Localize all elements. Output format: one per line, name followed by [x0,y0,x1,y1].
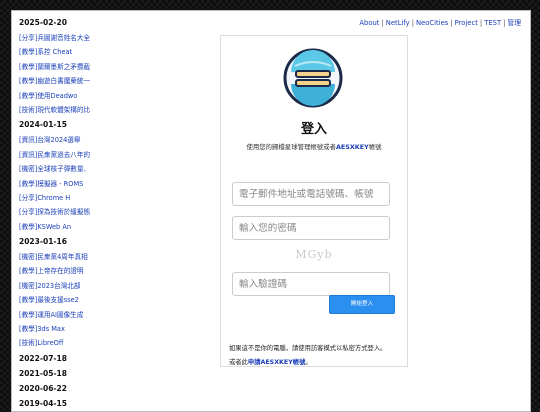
login-card: 登入 使用您的歸檔星球管理帳號或者AESXKEY帳號 電子郵件地址或電話號碼、帳… [220,35,408,367]
nav-separator: | [450,19,453,27]
sidebar-article-link[interactable]: [教學]模擬器 - ROMS [19,177,111,191]
sidebar-date: 2023-01-16 [19,237,67,247]
email-field[interactable]: 電子郵件地址或電話號碼、帳號 [232,182,390,206]
nav-link[interactable]: NetLify [386,19,410,27]
nav-link[interactable]: NeoCities [416,19,448,27]
sidebar-article-link[interactable]: [教學]最後支援sse2 [19,293,111,307]
sidebar-article-link[interactable]: [教學]上帝存在的證明 [19,264,111,278]
page: 2025-02-20 [分享]兵圖謝音姓名大全 [教學]系控 Cheat [教學]蘭爾… [11,10,531,412]
nav-link[interactable]: 管理 [507,19,521,27]
top-nav: About | NetLify | NeoCities | Project | TEST | 管理 [359,17,521,27]
register-link[interactable]: 申請AESXKEY帳號 [248,359,306,366]
nav-link[interactable]: Project [455,19,478,27]
sidebar-date: 2021-05-18 [19,368,67,378]
nav-separator: | [479,19,483,27]
sidebar-article-link[interactable]: [技術]LibreOff [19,336,111,350]
register-note: 或者此申請AESXKEY帳號。 [229,359,312,366]
nav-link[interactable]: About [359,19,379,27]
sidebar-article-link[interactable]: [技術]現代軟體架構的比 [19,103,111,117]
sidebar-article-link[interactable]: [機密]全球核子彈數量、 [19,162,111,176]
login-subtitle: 使用您的歸檔星球管理帳號或者AESXKEY帳號 [246,143,382,151]
sidebar-date: 2020-06-22 [19,383,67,393]
sidebar-date: 2025-02-20 [19,18,67,27]
sidebar-article-link[interactable]: [資訊]民衆黨過去八年的 [19,148,111,162]
sidebar-article-link[interactable]: [教學]運用AI圖像生成 [19,308,111,322]
planet-logo-icon [283,48,343,108]
captcha-field[interactable]: 輸入驗證碼 [232,272,390,296]
nav-separator: | [411,19,414,27]
sidebar-article-link[interactable]: [教學]使用Deadwo [19,89,111,103]
sidebar-article-link[interactable]: [教學]蘭爾墨斯之矛攬截 [19,60,111,74]
nav-link[interactable]: TEST [484,19,501,27]
sidebar-article-link[interactable]: [機密]民衆黨4周年真相 [19,250,111,264]
sidebar-article-link[interactable]: [分享]兵圖謝音姓名大全 [19,31,111,45]
sidebar-date: 2024-01-15 [19,120,67,130]
nav-separator: | [503,19,506,27]
sidebar-article-link[interactable]: [教學]3ds Max [19,322,111,336]
sidebar-article-link[interactable]: [分享]Chrome H [19,191,111,205]
guest-note: 如果這不是你的電腦，請使用訪客模式以私密方式登入。 [229,345,387,352]
sidebar-article-link[interactable]: [教學]系控 Cheat [19,45,111,59]
sidebar-date: 2019-04-15 [19,398,67,408]
nav-separator: | [381,19,384,27]
login-button[interactable]: 開始登入 [329,295,395,314]
sidebar-article-link[interactable]: [教學]KSWeb An [19,220,111,234]
sidebar: 2025-02-20 [分享]兵圖謝音姓名大全 [教學]系控 Cheat [教學]蘭爾… [19,15,111,412]
sidebar-article-link[interactable]: [資訊]台灣2024選舉 [19,133,111,147]
sidebar-article-link[interactable]: [機密]2023台灣北部 [19,279,111,293]
sidebar-article-link[interactable]: [教學]幽遊白書魔藥統一 [19,74,111,88]
captcha-image: MGyb [295,248,333,261]
login-title: 登入 [300,122,327,137]
password-field[interactable]: 輸入您的密碼 [232,216,390,240]
sidebar-date: 2022-07-18 [19,353,67,363]
sidebar-article-link[interactable]: [分享]探為技術於緩擬態 [19,205,111,219]
